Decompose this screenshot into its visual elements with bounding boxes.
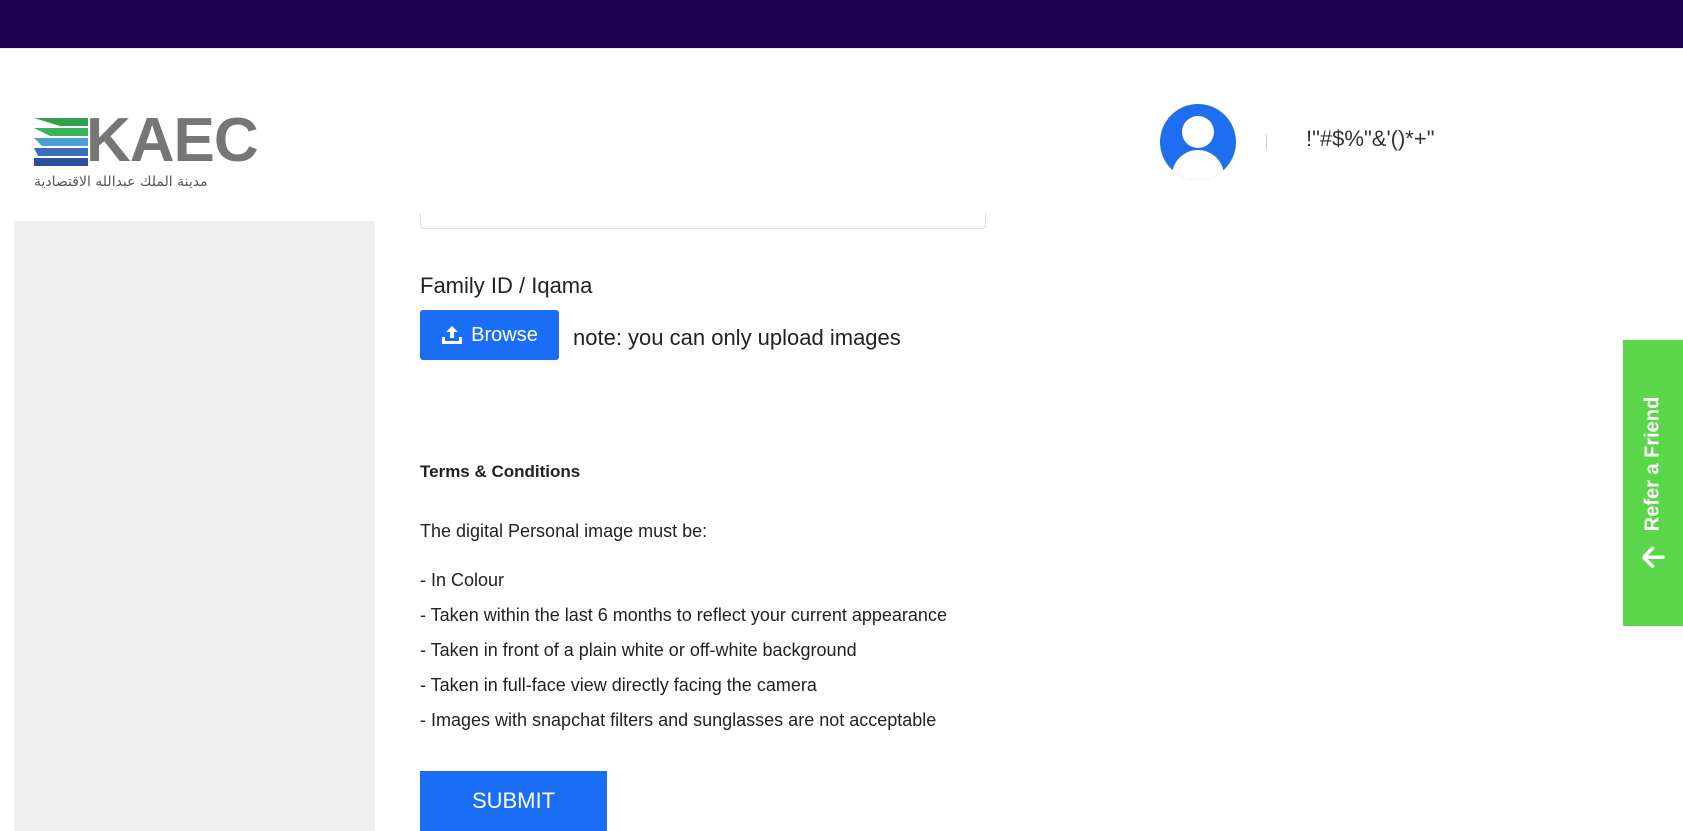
logo-mark-icon: [34, 118, 88, 166]
previous-field-input[interactable]: [420, 213, 986, 229]
browse-button[interactable]: Browse: [420, 310, 559, 360]
terms-item: - Taken in full-face view directly facin…: [420, 675, 817, 695]
avatar-head: [1182, 116, 1214, 148]
terms-intro: The digital Personal image must be:: [420, 521, 708, 541]
user-name[interactable]: !"#$%"&'()*+": [1306, 126, 1435, 152]
user-avatar-icon[interactable]: [1160, 104, 1236, 180]
refer-tab-label: Refer a Friend: [1641, 396, 1664, 532]
top-bar: [0, 0, 1683, 48]
upload-note: note: you can only upload images: [573, 325, 901, 350]
terms-item: - Taken within the last 6 months to refl…: [420, 605, 947, 625]
terms-title: Terms & Conditions: [420, 462, 581, 481]
sidebar: [14, 221, 375, 831]
terms-list: - In Colour - Taken within the last 6 mo…: [420, 568, 947, 743]
terms-item: - Taken in front of a plain white or off…: [420, 640, 857, 660]
submit-button[interactable]: SUBMIT: [420, 771, 607, 831]
header-divider: [1266, 134, 1267, 150]
arrow-left-icon: [1642, 546, 1664, 568]
refer-tab-content: Refer a Friend: [1642, 397, 1665, 569]
logo-arabic-text: مدينة الملك عبدالله الاقتصادية: [34, 174, 208, 190]
logo-text: KAEC: [86, 106, 259, 175]
kaec-logo[interactable]: KAEC مدينة الملك عبدالله الاقتصادية: [34, 106, 264, 198]
upload-icon: [442, 326, 463, 344]
terms-item: - In Colour: [420, 570, 505, 590]
avatar-body: [1172, 150, 1224, 180]
refer-a-friend-tab[interactable]: Refer a Friend: [1623, 340, 1683, 626]
browse-label: Browse: [471, 323, 538, 346]
family-id-label: Family ID / Iqama: [420, 273, 593, 298]
terms-item: - Images with snapchat filters and sungl…: [420, 710, 937, 730]
